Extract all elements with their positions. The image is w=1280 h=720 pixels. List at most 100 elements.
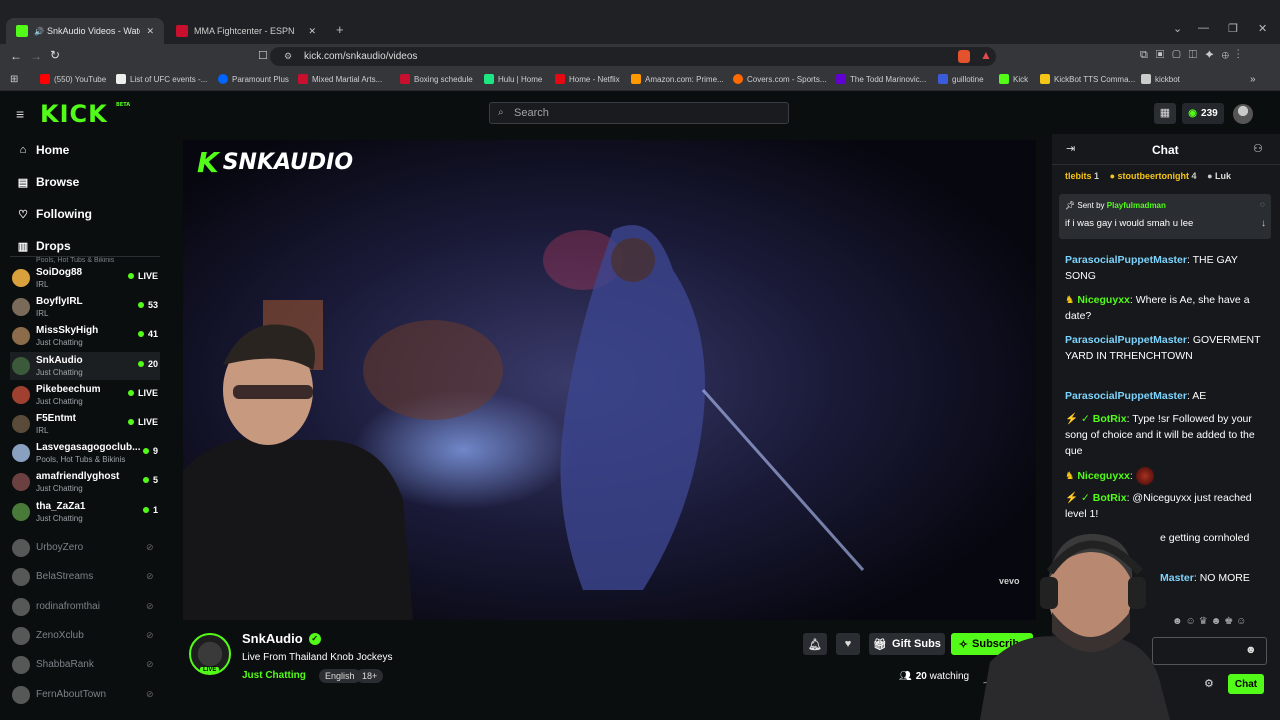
channel-name: SnkAudio — [36, 354, 83, 366]
emote-row[interactable]: ☻☺♛☻♚☺ — [1172, 616, 1272, 630]
bookmark-item[interactable]: Mixed Martial Arts... — [298, 74, 382, 84]
reload-icon[interactable]: ↻ — [50, 48, 60, 62]
sidebar-channel-offline[interactable]: rodinafromthai ⊘ — [10, 593, 160, 621]
drops-icon: ▥ — [17, 240, 29, 253]
follow-button[interactable]: ♥ — [836, 633, 860, 655]
sidebar-channel[interactable]: Pikebeechum Just Chatting LIVE — [10, 381, 160, 409]
video-player[interactable]: K SNKAUDIO vevo — [183, 140, 1036, 620]
tab-espn[interactable]: MMA Fightcenter - ESPN ✕ — [166, 18, 326, 44]
chat-username[interactable]: Niceguyxx — [1077, 294, 1130, 306]
bookmark-item[interactable]: The Todd Marinovic... — [836, 74, 926, 84]
sidebar-channel[interactable]: tha_ZaZa1 Just Chatting 1 — [10, 498, 160, 526]
sidebar-channel-offline[interactable]: ShabbaRank ⊘ — [10, 651, 160, 679]
emoji-icon[interactable]: ☻ — [1245, 644, 1257, 656]
watching-label: watching — [929, 671, 970, 682]
gifter-name[interactable]: stoutbeertonight — [1118, 171, 1190, 181]
channel-avatar — [12, 626, 30, 645]
nav-browse[interactable]: ▤ Browse — [16, 172, 80, 192]
notifications-button[interactable]: 🔔︎ — [803, 633, 827, 655]
close-tab-icon[interactable]: ✕ — [146, 26, 154, 37]
chat-divider — [1052, 164, 1280, 165]
pinned-header: 📌︎ Sent by Playfulmadman — [1065, 201, 1166, 210]
bookmark-item[interactable]: Amazon.com: Prime... — [631, 74, 724, 84]
chat-username[interactable]: Niceguyxx — [1077, 470, 1130, 482]
sidebar-channel[interactable]: SoiDog88 IRL LIVE — [10, 264, 160, 292]
viewer-count: 53 — [137, 300, 158, 310]
bookmark-item[interactable]: guillotine — [938, 74, 984, 84]
maximize-icon[interactable]: ❐ — [1228, 22, 1238, 35]
chat-username[interactable]: ParasocialPuppetMaster — [1065, 390, 1187, 402]
gift-subs-button[interactable]: 🎁︎ Gift Subs — [869, 633, 945, 655]
category-link[interactable]: Just Chatting — [242, 670, 306, 681]
brave-shield-icon[interactable] — [958, 50, 970, 63]
close-window-icon[interactable]: ✕ — [1258, 22, 1267, 35]
kick-logo[interactable]: KICK BETA — [40, 100, 130, 128]
bookmark-item[interactable]: Home - Netflix — [555, 74, 620, 84]
back-icon[interactable]: ← — [10, 49, 22, 63]
emote-icon — [1135, 467, 1154, 485]
bookmark-item[interactable]: Covers.com - Sports... — [733, 74, 827, 84]
send-chat-button[interactable]: Chat — [1228, 674, 1264, 694]
close-tab-icon[interactable]: ✕ — [308, 26, 316, 37]
sidebar-channel-offline[interactable]: FernAboutTown ⊘ — [10, 681, 160, 709]
chat-username[interactable]: ParasocialPuppetMaster — [1065, 254, 1187, 266]
brave-rewards-icon[interactable]: ▲ — [980, 48, 992, 62]
sidebar-channel-offline[interactable]: BelaStreams ⊘ — [10, 563, 160, 591]
points-badge[interactable]: ◉ 239 — [1182, 103, 1224, 124]
chat-username[interactable]: ParasocialPuppetMaster — [1065, 334, 1187, 346]
channel-avatar — [12, 597, 30, 616]
forward-icon[interactable]: → — [30, 49, 42, 63]
sidebar-channel[interactable]: F5Entmt IRL LIVE — [10, 410, 160, 438]
channel-name[interactable]: SnkAudio ✓ — [242, 631, 321, 646]
bookmark-item[interactable]: (550) YouTube — [40, 74, 106, 84]
bookmark-item[interactable]: Paramount Plus — [218, 74, 289, 84]
channel-name: Lasvegasagogoclub... — [36, 442, 141, 454]
address-bar[interactable]: ⚙ kick.com/snkaudio/videos — [270, 47, 996, 66]
sidebar-channel[interactable]: SnkAudio Just Chatting 20 — [10, 351, 160, 380]
nav-drops[interactable]: ▥ Drops — [16, 236, 71, 256]
tag-language[interactable]: English — [319, 669, 361, 683]
extensions-area[interactable]: ⧉▣▢◫✦⊕⋮ — [1140, 49, 1270, 63]
bookmark-icon[interactable]: ☐ — [258, 49, 268, 62]
settings-gear-icon[interactable]: ⚙ — [1204, 677, 1214, 690]
chat-message: ♞ Niceguyxx: — [1065, 467, 1265, 485]
hamburger-menu-icon[interactable]: ≡ — [16, 106, 24, 122]
sidebar-channel[interactable]: MissSkyHigh Just Chatting 41 — [10, 322, 160, 350]
chat-username[interactable]: BotRix — [1093, 413, 1127, 425]
nav-following[interactable]: ♡ Following — [16, 204, 92, 224]
pinned-user[interactable]: Playfulmadman — [1107, 201, 1166, 210]
gifter-name[interactable]: Luk — [1215, 171, 1231, 181]
more-bookmarks-icon[interactable]: » — [1250, 74, 1256, 85]
bookmark-item[interactable]: kickbot — [1141, 74, 1180, 84]
minimize-icon[interactable]: — — [1198, 22, 1209, 34]
tab-snkaudio[interactable]: 🔊 SnkAudio Videos - Watch On ✕ — [6, 18, 164, 44]
pinned-text: if i was gay i would smah u lee — [1065, 218, 1194, 229]
chat-message: ♞ Niceguyxx: Where is Ae, she have a dat… — [1065, 294, 1250, 322]
sidebar-channel[interactable]: amafriendlyghost Just Chatting 5 — [10, 468, 160, 496]
chat-username[interactable]: BotRix — [1093, 492, 1127, 504]
bookmark-item[interactable]: Kick — [999, 74, 1028, 84]
sidebar-channel[interactable]: Lasvegasagogoclub... Pools, Hot Tubs & Bi… — [10, 439, 160, 467]
bookmark-item[interactable]: List of UFC events -... — [116, 74, 207, 84]
chat-users-icon[interactable]: ⚇ — [1253, 142, 1263, 155]
browse-grid-icon[interactable]: ▦ — [1154, 103, 1176, 124]
collapse-chat-icon[interactable]: ⇥ — [1066, 142, 1075, 155]
tag-mature[interactable]: 18+ — [356, 669, 384, 683]
apps-icon[interactable]: ⊞ — [10, 74, 18, 85]
nav-home[interactable]: ⌂ Home — [16, 140, 70, 160]
site-info-icon[interactable]: ⚙ — [284, 47, 292, 66]
new-tab-icon[interactable]: + — [336, 22, 344, 37]
user-avatar[interactable] — [1233, 104, 1253, 124]
sidebar-channel-offline[interactable]: UrboyZero ⊘ — [10, 534, 160, 562]
hide-pin-icon[interactable]: ◌ — [1260, 200, 1265, 209]
bookmark-item[interactable]: KickBot TTS Comma... — [1040, 74, 1135, 84]
expand-pin-icon[interactable]: ↓ — [1261, 218, 1266, 229]
tab-search-icon[interactable]: ⌄ — [1173, 22, 1182, 35]
sidebar-channel-offline[interactable]: ZenoXclub ⊘ — [10, 622, 160, 650]
sidebar-channel[interactable]: BoyflyIRL IRL 53 — [10, 293, 160, 321]
bookmark-item[interactable]: Boxing schedule — [400, 74, 473, 84]
viewer-count: 20 — [137, 359, 158, 369]
bookmark-item[interactable]: Hulu | Home — [484, 74, 542, 84]
search-input[interactable]: ⌕ Search — [489, 102, 789, 124]
gifter-name[interactable]: tlebits — [1065, 171, 1092, 181]
